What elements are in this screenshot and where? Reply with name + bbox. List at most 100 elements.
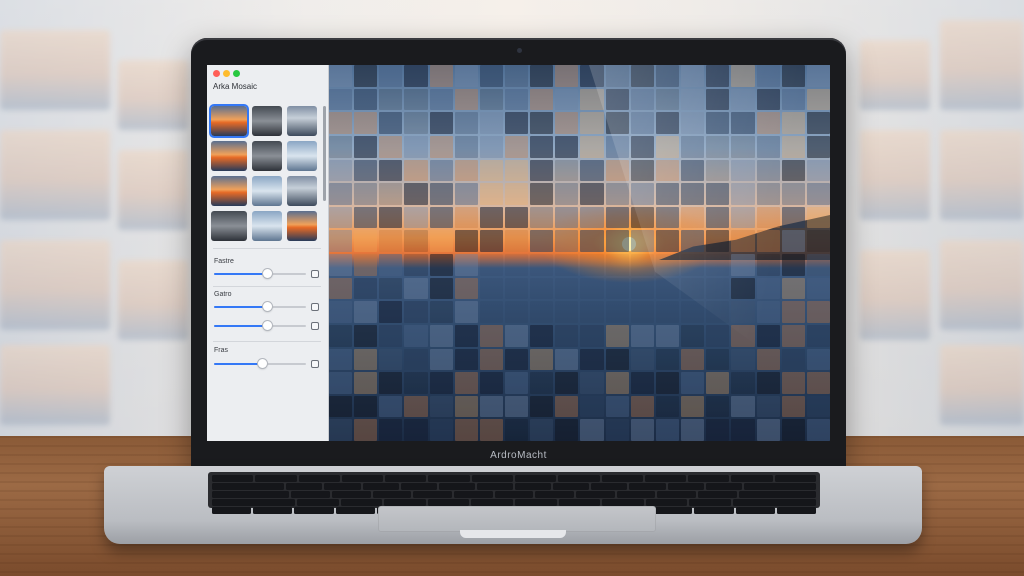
- keyboard-key[interactable]: [340, 499, 383, 506]
- keyboard-key[interactable]: [212, 499, 296, 506]
- keyboard-key[interactable]: [644, 475, 687, 482]
- keyboard-key[interactable]: [332, 491, 371, 498]
- keyboard-key[interactable]: [476, 483, 513, 490]
- keyboard-key[interactable]: [362, 483, 399, 490]
- slider-knob[interactable]: [257, 359, 267, 368]
- keyboard-key[interactable]: [324, 483, 361, 490]
- thumbnail-item[interactable]: [287, 141, 317, 171]
- keyboard-key[interactable]: [428, 475, 470, 482]
- keyboard-key[interactable]: [471, 475, 513, 482]
- keyboard-key[interactable]: [212, 491, 290, 498]
- keyboard-key[interactable]: [212, 507, 252, 514]
- slider-end-icon[interactable]: [311, 303, 319, 311]
- slider-end-icon[interactable]: [311, 270, 319, 278]
- keyboard-key[interactable]: [291, 491, 330, 498]
- adjust-slider[interactable]: [214, 301, 306, 313]
- mosaic-tile: [429, 230, 453, 252]
- keyboard-key[interactable]: [471, 499, 514, 506]
- slider-end-icon[interactable]: [311, 360, 319, 368]
- keyboard-key[interactable]: [735, 507, 775, 514]
- keyboard-key[interactable]: [553, 483, 590, 490]
- keyboard-key[interactable]: [494, 491, 534, 498]
- keyboard-key[interactable]: [688, 475, 730, 482]
- keyboard-key[interactable]: [400, 483, 437, 490]
- thumbnail-item[interactable]: [252, 106, 282, 136]
- keyboard-key[interactable]: [372, 491, 412, 498]
- adjust-slider[interactable]: [214, 358, 306, 370]
- keyboard-key[interactable]: [653, 507, 693, 514]
- keyboard-key[interactable]: [645, 499, 688, 506]
- keyboard-key[interactable]: [384, 499, 426, 506]
- close-icon[interactable]: [213, 70, 220, 77]
- keyboard-key[interactable]: [694, 507, 734, 514]
- zoom-icon[interactable]: [233, 70, 240, 77]
- thumbnail-item[interactable]: [211, 211, 247, 241]
- slider-end-icon[interactable]: [311, 322, 319, 330]
- mosaic-tile: [479, 254, 504, 276]
- keyboard-key[interactable]: [616, 491, 656, 498]
- trackpad[interactable]: [378, 506, 656, 532]
- keyboard-key[interactable]: [255, 475, 297, 482]
- slider-knob[interactable]: [263, 269, 273, 278]
- slider-knob[interactable]: [263, 302, 273, 311]
- adjust-slider[interactable]: [214, 320, 306, 332]
- mosaic-tile: [555, 88, 579, 111]
- keyboard-key[interactable]: [698, 491, 737, 498]
- keyboard-key[interactable]: [629, 483, 666, 490]
- keyboard-key[interactable]: [212, 475, 254, 482]
- panel-scrollbar[interactable]: [323, 106, 326, 201]
- keyboard[interactable]: [208, 472, 820, 514]
- thumbnail-item[interactable]: [287, 106, 317, 136]
- keyboard-key[interactable]: [253, 507, 293, 514]
- keyboard-key[interactable]: [427, 499, 470, 506]
- keyboard-key[interactable]: [286, 483, 323, 490]
- keyboard-key[interactable]: [515, 499, 557, 506]
- thumbnail-item[interactable]: [252, 141, 282, 171]
- keyboard-key[interactable]: [774, 475, 816, 482]
- keyboard-key[interactable]: [738, 491, 817, 498]
- keyboard-key[interactable]: [705, 483, 742, 490]
- keyboard-key[interactable]: [438, 483, 475, 490]
- keyboard-key[interactable]: [535, 491, 575, 498]
- thumbnail-item[interactable]: [287, 211, 317, 241]
- keyboard-key[interactable]: [576, 491, 615, 498]
- keyboard-key[interactable]: [335, 507, 375, 514]
- thumbnail-item[interactable]: [287, 176, 317, 206]
- thumbnail-item[interactable]: [252, 176, 282, 206]
- keyboard-key[interactable]: [413, 491, 453, 498]
- mosaic-tile: [806, 395, 830, 418]
- thumbnail-item[interactable]: [211, 141, 247, 171]
- keyboard-key[interactable]: [689, 499, 731, 506]
- keyboard-key[interactable]: [454, 491, 493, 498]
- keyboard-key[interactable]: [294, 507, 334, 514]
- keyboard-key[interactable]: [731, 475, 773, 482]
- keyboard-key[interactable]: [212, 483, 285, 490]
- mosaic-tile: [454, 88, 478, 111]
- keyboard-key[interactable]: [657, 491, 697, 498]
- keyboard-key[interactable]: [515, 483, 552, 490]
- keyboard-key[interactable]: [514, 475, 557, 482]
- keyboard-key[interactable]: [743, 483, 816, 490]
- photo-mosaic-canvas[interactable]: [329, 65, 830, 441]
- mosaic-tile: [505, 324, 529, 347]
- keyboard-key[interactable]: [601, 475, 643, 482]
- keyboard-key[interactable]: [602, 499, 644, 506]
- keyboard-key[interactable]: [558, 499, 601, 506]
- keyboard-key[interactable]: [732, 499, 817, 506]
- keyboard-key[interactable]: [385, 475, 427, 482]
- mosaic-tile: [731, 301, 755, 323]
- keyboard-key[interactable]: [667, 483, 704, 490]
- thumbnail-item[interactable]: [211, 176, 247, 206]
- keyboard-key[interactable]: [297, 499, 339, 506]
- keyboard-key[interactable]: [591, 483, 628, 490]
- thumbnail-item[interactable]: [252, 211, 282, 241]
- keyboard-key[interactable]: [776, 507, 817, 514]
- slider-knob[interactable]: [263, 321, 273, 330]
- minimize-icon[interactable]: [223, 70, 230, 77]
- mosaic-tile: [781, 419, 805, 441]
- keyboard-key[interactable]: [298, 475, 340, 482]
- adjust-slider[interactable]: [214, 268, 306, 280]
- keyboard-key[interactable]: [558, 475, 600, 482]
- thumbnail-item[interactable]: [209, 104, 249, 138]
- keyboard-key[interactable]: [341, 475, 384, 482]
